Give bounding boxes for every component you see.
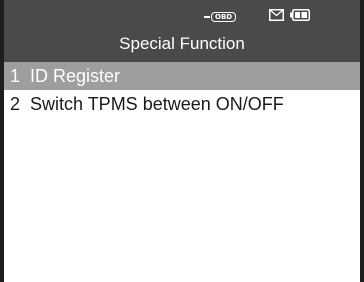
menu-item-label: ID Register [30, 66, 121, 86]
function-menu: 1 ID Register 2 Switch TPMS between ON/O… [4, 62, 360, 118]
obd-plug-icon [204, 16, 210, 18]
obd-label: OBD [211, 12, 237, 22]
menu-item-id-register[interactable]: 1 ID Register [4, 62, 360, 90]
menu-item-switch-tpms[interactable]: 2 Switch TPMS between ON/OFF [4, 90, 360, 118]
menu-item-number: 2 [10, 94, 21, 114]
menu-item-number: 1 [10, 66, 21, 86]
header-bar: OBD Special Function [4, 0, 360, 62]
device-screen: OBD Special Function 1 ID Register 2 Swi… [0, 0, 364, 282]
page-title: Special Function [119, 34, 245, 53]
mail-icon [269, 9, 284, 21]
status-bar: OBD [4, 0, 360, 32]
battery-icon [290, 9, 310, 21]
obd-connector-icon: OBD [204, 12, 237, 22]
menu-item-label: Switch TPMS between ON/OFF [30, 94, 284, 114]
screen-frame-right [360, 0, 364, 282]
